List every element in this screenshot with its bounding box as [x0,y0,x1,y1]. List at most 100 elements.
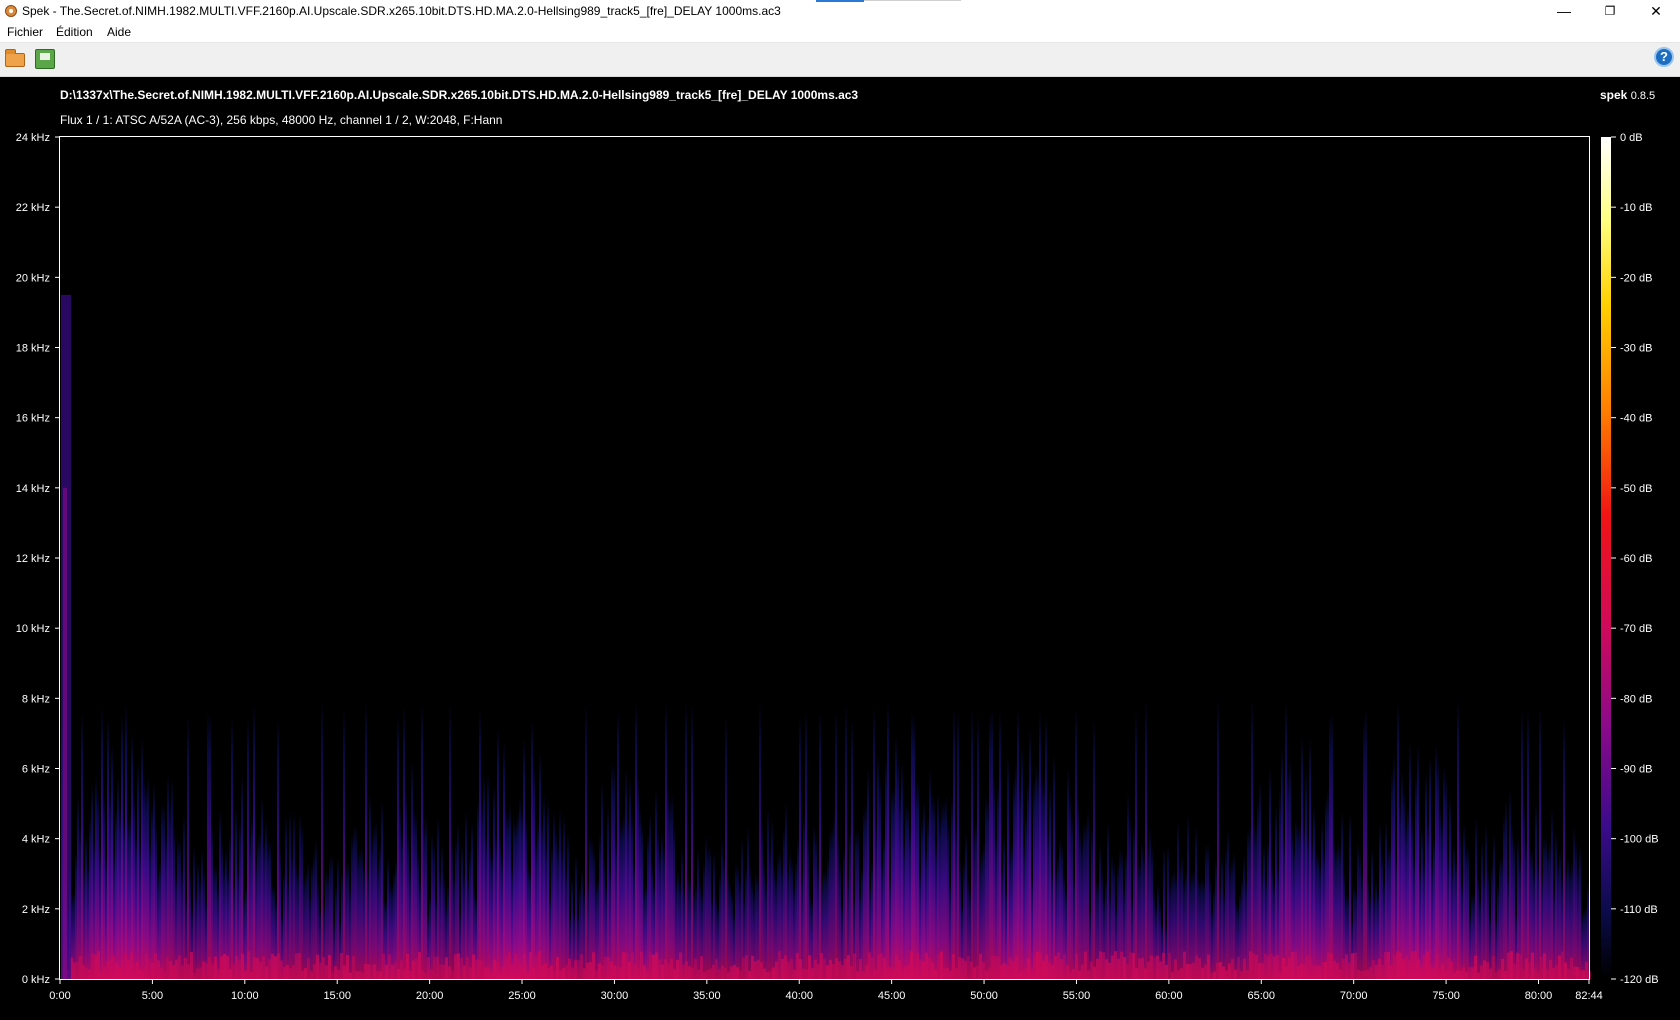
low-band-energy [937,954,940,979]
low-band-energy [904,966,907,979]
low-band-energy [1390,965,1393,979]
low-band-energy [1513,963,1516,979]
low-band-energy [82,964,85,979]
time-tick-label: 65:00 [1248,990,1276,1002]
low-band-energy [1402,958,1405,979]
spectrum-column [109,791,111,979]
low-band-energy [469,967,472,979]
low-band-energy [355,971,358,979]
spectrum-column [1203,879,1205,979]
spectrum-column [291,853,293,979]
close-button[interactable]: ✕ [1633,0,1679,22]
low-band-energy [1090,961,1093,979]
spectrum-column [517,811,519,979]
spectrum-column [1551,808,1553,979]
low-band-energy [688,966,691,979]
spectrum-column [1499,856,1501,979]
spectrum-column [1575,841,1577,979]
spectrum-column [1081,840,1083,979]
low-band-energy [679,952,682,979]
save-image-button[interactable] [32,47,58,71]
spectrum-column [449,703,451,979]
spectrum-column [539,751,541,979]
spectrum-column [703,862,705,979]
spectrum-column [915,781,917,979]
low-band-energy [496,961,499,979]
low-band-energy [397,968,400,979]
low-band-energy [142,970,145,979]
spectrum-column [149,842,151,979]
freq-tick-label: 10 kHz [16,623,50,635]
spectrum-column [1481,840,1483,979]
spectrum-column [403,706,405,979]
low-band-energy [988,968,991,979]
low-band-energy [1456,970,1459,979]
menu-help[interactable]: Aide [107,25,131,39]
spectrum-column [241,773,243,979]
minimize-button[interactable]: — [1541,0,1587,22]
menu-file[interactable]: Fichier [7,25,43,39]
spectrum-column [1323,847,1325,979]
low-band-energy [685,961,688,979]
time-tick-label: 60:00 [1155,990,1183,1002]
low-band-energy [259,961,262,979]
low-band-energy [1321,961,1324,979]
spectrum-column [499,835,501,979]
time-tick-label: 5:00 [142,990,163,1002]
low-band-energy [793,969,796,979]
spectrum-column [595,883,597,979]
spectrum-column [1257,798,1259,979]
low-band-energy [577,960,580,979]
spectrum-column [1187,814,1189,979]
low-band-energy [160,967,163,979]
low-band-energy [1399,952,1402,979]
low-band-energy [1333,960,1336,979]
low-band-energy [628,962,631,979]
spectrum-column [561,848,563,979]
low-band-energy [652,954,655,979]
low-band-energy [1219,962,1222,979]
spectrum-column [1437,756,1439,979]
restore-button[interactable]: ❐ [1587,0,1633,22]
spectrum-column [727,874,729,979]
low-band-energy [1039,953,1042,979]
spectrum-column [135,835,137,979]
spectrum-column [721,838,723,979]
low-band-energy [808,955,811,979]
spectrum-column [1425,772,1427,979]
low-band-energy [1264,953,1267,979]
low-band-energy [769,971,772,979]
low-band-energy [1249,951,1252,979]
low-band-energy [1060,959,1063,979]
low-band-energy [832,963,835,979]
low-band-energy [1150,955,1153,979]
low-band-energy [763,968,766,979]
spectrum-column [401,830,403,979]
low-band-energy [967,956,970,979]
spectrum-column [811,900,813,979]
spectrum-column [1539,706,1541,979]
spectrum-column [1381,852,1383,979]
db-tick-label: -50 dB [1620,483,1652,495]
menu-edit[interactable]: Édition [56,25,93,39]
spectrum-column [953,706,955,979]
low-band-energy [385,964,388,979]
spectrum-column [431,833,433,979]
low-band-energy [1420,966,1423,979]
low-band-energy [811,968,814,979]
time-tick-label: 75:00 [1432,990,1460,1002]
help-button[interactable]: ? [1654,47,1674,67]
low-band-energy [721,965,724,979]
low-band-energy [1549,959,1552,979]
spectrum-column [151,803,153,979]
low-band-energy [277,953,280,979]
low-band-energy [775,961,778,979]
spectrum-column [899,791,901,979]
low-band-energy [1531,952,1534,979]
spectrum-column [1017,708,1019,979]
open-file-button[interactable] [3,47,29,71]
low-band-energy [658,959,661,979]
spectrum-column [359,848,361,979]
low-band-energy [718,969,721,979]
low-band-energy [730,966,733,979]
